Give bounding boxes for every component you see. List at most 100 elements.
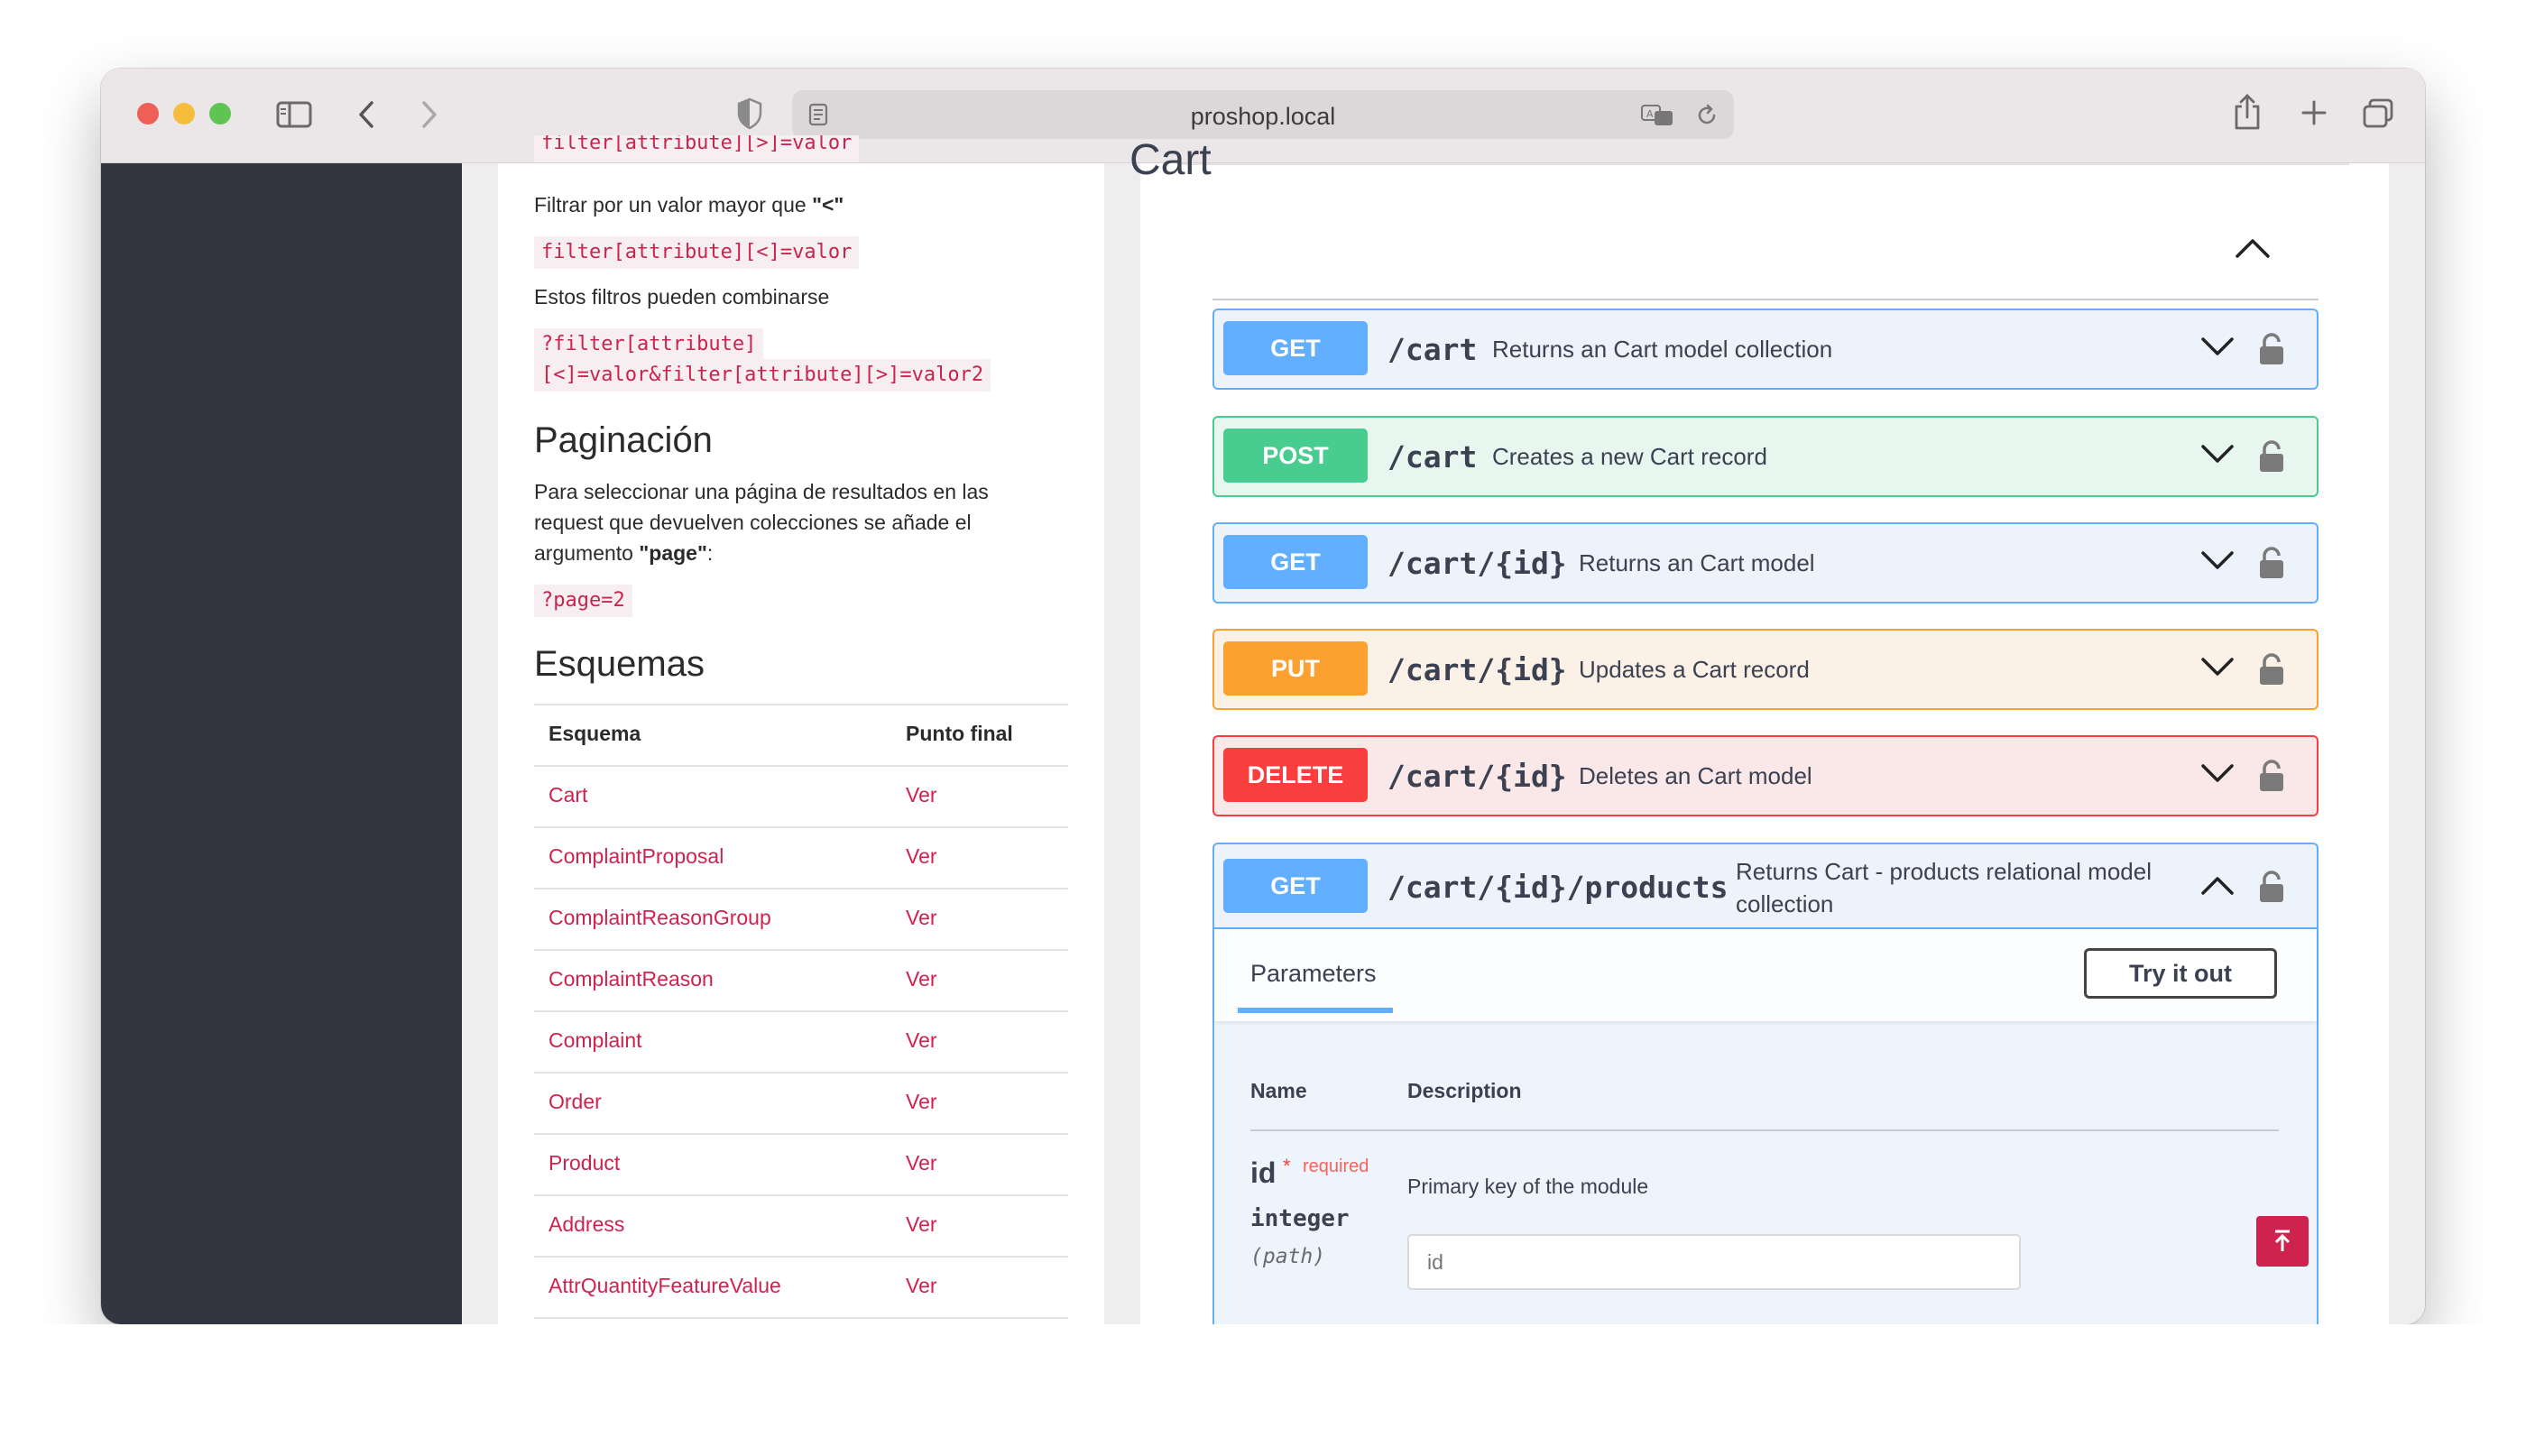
chevron-up-icon[interactable]	[2234, 236, 2272, 260]
schema-view-link[interactable]: Ver	[906, 1151, 937, 1175]
back-arrow-icon[interactable]	[355, 99, 377, 130]
operation-summary: Returns Cart - products relational model…	[1736, 858, 2152, 917]
operation-put-cart-id[interactable]: PUT /cart/{id} Updates a Cart record	[1212, 629, 2319, 710]
method-badge: GET	[1223, 321, 1368, 375]
pagination-code: ?page=2	[534, 585, 632, 617]
operation-get-cart-id-products[interactable]: GET /cart/{id}/products Returns Cart - p…	[1212, 843, 2319, 931]
new-tab-icon[interactable]	[2300, 99, 2328, 126]
schemas-title: Esquemas	[534, 644, 705, 684]
method-badge: GET	[1223, 859, 1368, 913]
operation-path: /cart	[1387, 332, 1478, 367]
schema-link[interactable]: Order	[549, 1090, 602, 1114]
operation-post-cart[interactable]: POST /cart Creates a new Cart record	[1212, 416, 2319, 497]
zoom-window-button[interactable]	[209, 103, 231, 124]
table-row-divider	[534, 826, 1068, 828]
param-header-divider	[1250, 1129, 2279, 1131]
table-row-divider	[534, 888, 1068, 889]
table-row-divider	[534, 1194, 1068, 1196]
address-bar[interactable]: proshop.local A	[792, 90, 1734, 139]
schema-view-link[interactable]: Ver	[906, 1212, 937, 1237]
param-name-header: Name	[1250, 1079, 1307, 1102]
method-badge: DELETE	[1223, 748, 1368, 802]
chevron-down-icon[interactable]	[2199, 548, 2236, 573]
table-row-divider	[534, 1133, 1068, 1135]
operation-path: /cart/{id}	[1387, 546, 1567, 581]
clipped-code: filter[attribute][>]=valor	[534, 135, 860, 162]
operation-get-cart[interactable]: GET /cart Returns an Cart model collecti…	[1212, 309, 2319, 390]
privacy-shield-icon[interactable]	[736, 97, 763, 130]
param-description-header: Description	[1407, 1079, 1522, 1102]
url-text: proshop.local	[1190, 103, 1336, 130]
schema-view-link[interactable]: Ver	[906, 1028, 937, 1053]
operation-delete-cart-id[interactable]: DELETE /cart/{id} Deletes an Cart model	[1212, 735, 2319, 816]
schema-link[interactable]: ComplaintReason	[549, 967, 714, 991]
minimize-window-button[interactable]	[173, 103, 195, 124]
schema-link[interactable]: ComplaintProposal	[549, 844, 724, 869]
operation-summary: Updates a Cart record	[1579, 656, 1810, 683]
chevron-up-icon[interactable]	[2199, 873, 2236, 898]
table-row-divider	[534, 949, 1068, 951]
lock-icon[interactable]	[2257, 759, 2286, 793]
lock-icon[interactable]	[2257, 546, 2286, 580]
chevron-down-icon[interactable]	[2199, 654, 2236, 679]
table-row-divider	[534, 1256, 1068, 1258]
method-badge: PUT	[1223, 641, 1368, 696]
table-row-divider	[534, 1072, 1068, 1074]
close-window-button[interactable]	[137, 103, 159, 124]
reload-icon[interactable]	[1694, 103, 1719, 128]
chevron-down-icon[interactable]	[2199, 760, 2236, 786]
filter-lt-text: Filtrar por un valor mayor que "<"	[534, 193, 844, 217]
lock-icon[interactable]	[2257, 439, 2286, 474]
tab-parameters[interactable]: Parameters	[1250, 960, 1377, 988]
method-badge: GET	[1223, 535, 1368, 589]
translate-icon[interactable]: A	[1640, 103, 1676, 128]
schema-link[interactable]: ComplaintReasonGroup	[549, 906, 771, 930]
svg-text:A: A	[1646, 108, 1654, 120]
operation-path: /cart/{id}	[1387, 652, 1567, 687]
share-icon[interactable]	[2232, 92, 2263, 132]
schema-link[interactable]: Cart	[549, 783, 587, 807]
operation-get-cart-id[interactable]: GET /cart/{id} Returns an Cart model	[1212, 522, 2319, 604]
tab-active-indicator	[1238, 1008, 1393, 1013]
required-label: required	[1303, 1157, 1369, 1176]
pagination-title: Paginación	[534, 420, 713, 460]
schema-view-link[interactable]: Ver	[906, 906, 937, 930]
schema-view-link[interactable]: Ver	[906, 783, 937, 807]
schema-link[interactable]: Product	[549, 1151, 620, 1175]
schema-link[interactable]: AttrQuantityFeatureValue	[549, 1274, 781, 1298]
param-id-input[interactable]	[1407, 1234, 2021, 1290]
scroll-to-top-button[interactable]	[2256, 1216, 2309, 1267]
table-row-divider	[534, 1010, 1068, 1012]
schema-view-link[interactable]: Ver	[906, 844, 937, 869]
operation-summary: Returns an Cart model collection	[1492, 336, 1833, 363]
operation-path: /cart/{id}/products	[1387, 870, 1729, 905]
below-window-area	[0, 1324, 2526, 1456]
top-divider	[1176, 163, 2349, 165]
schema-view-link[interactable]: Ver	[906, 967, 937, 991]
lock-icon[interactable]	[2257, 332, 2286, 366]
table-row-divider	[534, 1317, 1068, 1319]
operation-path: /cart/{id}	[1387, 759, 1567, 794]
schema-link[interactable]: Address	[549, 1212, 624, 1237]
lock-icon[interactable]	[2257, 870, 2286, 904]
pagination-line2: request que devuelven colecciones se aña…	[534, 511, 972, 534]
filter-lt-code: filter[attribute][<]=valor	[534, 236, 860, 269]
schema-view-link[interactable]: Ver	[906, 1090, 937, 1114]
pagination-line1: Para seleccionar una página de resultado…	[534, 480, 989, 503]
operation-path: /cart	[1387, 439, 1478, 475]
chevron-down-icon[interactable]	[2199, 334, 2236, 359]
section-title-cart[interactable]: Cart	[1129, 135, 1212, 185]
schema-column-header: Esquema	[549, 722, 641, 745]
table-header-border	[534, 765, 1068, 767]
schema-view-link[interactable]: Ver	[906, 1274, 937, 1298]
try-it-out-button[interactable]: Try it out	[2084, 948, 2277, 999]
param-description: Primary key of the module	[1407, 1175, 1649, 1198]
combo-code-line2: [<]=valor&filter[attribute][>]=valor2	[534, 359, 991, 392]
chevron-down-icon[interactable]	[2199, 441, 2236, 466]
sidebar-toggle-icon[interactable]	[276, 101, 312, 128]
schema-link[interactable]: Complaint	[549, 1028, 642, 1053]
tab-overview-icon[interactable]	[2362, 97, 2394, 130]
param-name: id	[1250, 1157, 1277, 1189]
lock-icon[interactable]	[2257, 652, 2286, 687]
forward-arrow-icon[interactable]	[419, 99, 440, 130]
